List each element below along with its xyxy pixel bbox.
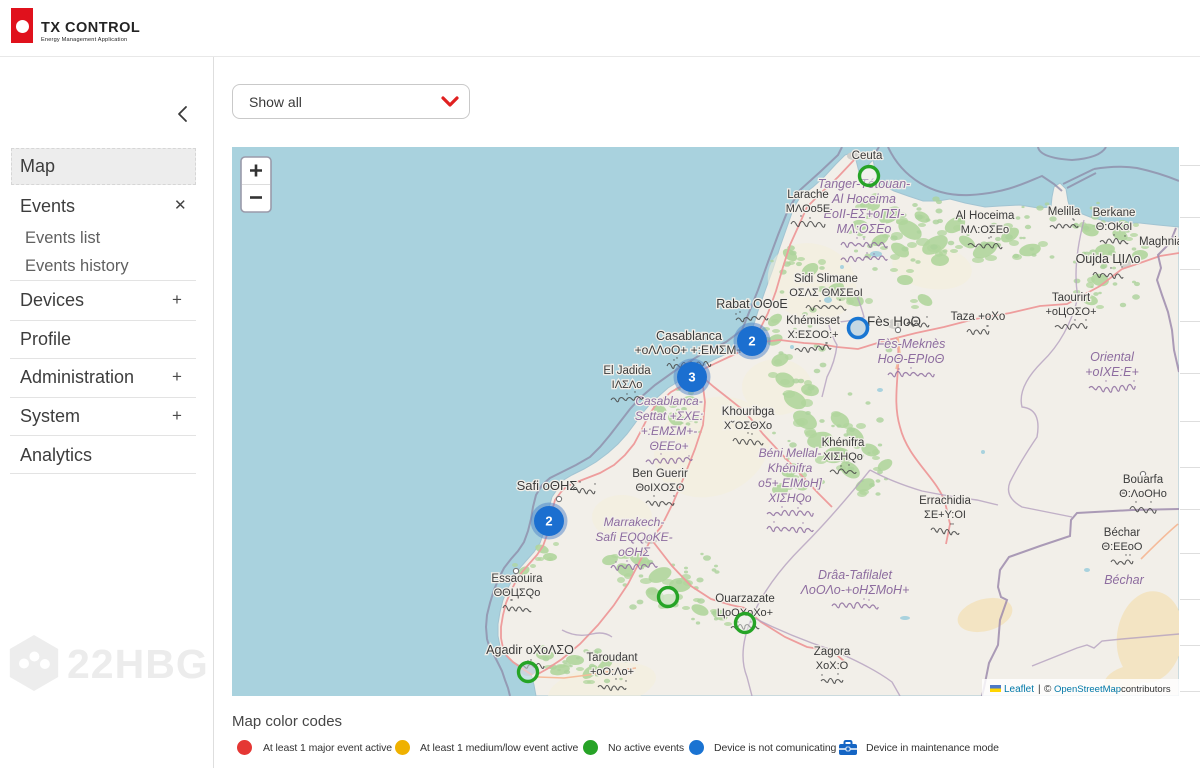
svg-text:Berkane: Berkane (1093, 207, 1136, 219)
svg-text:Ben Guerir: Ben Guerir (632, 468, 688, 480)
svg-text:ο5+ ΕΙΜοΗ]: ο5+ ΕΙΜοΗ] (758, 476, 822, 490)
svg-text:Béchar: Béchar (1104, 573, 1144, 587)
svg-text:Leaflet: Leaflet (1004, 684, 1034, 695)
svg-text:Oujda ЦΙΛο: Oujda ЦΙΛο (1076, 252, 1141, 266)
svg-text:Bouarfa: Bouarfa (1123, 474, 1164, 486)
svg-text:ΧΙΣΗQο: ΧΙΣΗQο (823, 451, 863, 463)
svg-text:ΜΛ:ΟΣΕο: ΜΛ:ΟΣΕο (837, 222, 892, 236)
svg-text:Marrakech-: Marrakech- (604, 515, 665, 529)
svg-text:Θ:ΛοΟΗο: Θ:ΛοΟΗο (1119, 488, 1167, 500)
svg-text:Ceuta: Ceuta (852, 150, 883, 162)
svg-text:+:ΕΜΣΜ+-: +:ΕΜΣΜ+- (641, 424, 698, 438)
svg-text:ΕοΙΙ-ΕΣ+οΠΣΙ-: ΕοΙΙ-ΕΣ+οΠΣΙ- (824, 207, 905, 221)
svg-text:Fès-Meknès: Fès-Meknès (877, 337, 946, 351)
svg-text:Settat +ΣΧΕ:: Settat +ΣΧΕ: (635, 409, 703, 423)
svg-text:ΘΘЦΣQο: ΘΘЦΣQο (494, 587, 541, 599)
svg-text:Casablanca-: Casablanca- (635, 394, 702, 408)
svg-text:Sidi Slimane: Sidi Slimane (794, 273, 858, 285)
svg-text:ΧοΧ:Ο: ΧοΧ:Ο (816, 660, 849, 672)
svg-text:ΜΛΟο5Ε: ΜΛΟο5Ε (786, 203, 830, 215)
svg-text:Safi οΘΗΣ: Safi οΘΗΣ (517, 478, 578, 493)
svg-text:Khouribga: Khouribga (722, 406, 775, 418)
svg-text:contributors: contributors (1121, 684, 1171, 695)
svg-text:+οΛΛοΟ+ +:ΕΜΣΜ+: +οΛΛοΟ+ +:ΕΜΣΜ+ (635, 343, 744, 357)
svg-text:+οЦΟΣΟ+: +οЦΟΣΟ+ (1045, 306, 1096, 318)
svg-text:Θ:ΕΕοΟ: Θ:ΕΕοΟ (1102, 541, 1143, 553)
svg-text:Χ:ΕΣΟΟ:+: Χ:ΕΣΟΟ:+ (787, 329, 838, 341)
svg-text:ΘΕΕο+: ΘΕΕο+ (649, 439, 688, 453)
svg-text:Larache: Larache (787, 189, 829, 201)
svg-text:Safi ΕQQοΚΕ-: Safi ΕQQοΚΕ- (595, 530, 672, 544)
svg-text:Taourirt: Taourirt (1052, 292, 1091, 304)
svg-text:Χ˘ΟΣΘΧο: Χ˘ΟΣΘΧο (724, 420, 772, 432)
svg-text:Zagora: Zagora (814, 646, 851, 658)
svg-text:Béchar: Béchar (1104, 527, 1141, 539)
svg-text:Θ:ΟΚοΙ: Θ:ΟΚοΙ (1096, 221, 1133, 233)
svg-text:Melilla: Melilla (1048, 206, 1081, 218)
svg-text:ΛοΟΛο-+οΗΣΜοΗ+: ΛοΟΛο-+οΗΣΜοΗ+ (800, 583, 910, 597)
svg-text:Al Hoceima: Al Hoceima (956, 210, 1015, 222)
svg-text:+οΙΧΕ:Ε+: +οΙΧΕ:Ε+ (1085, 365, 1139, 379)
svg-text:2: 2 (545, 514, 552, 529)
svg-text:Taroudant: Taroudant (586, 652, 638, 664)
svg-text:OpenStreetMap: OpenStreetMap (1054, 684, 1121, 695)
svg-text:Rabat ΟΘοΕ: Rabat ΟΘοΕ (716, 297, 788, 311)
svg-text:Khénifra: Khénifra (822, 437, 865, 449)
svg-text:ΟΣΛΣ ΘΜΣΕοΙ: ΟΣΛΣ ΘΜΣΕοΙ (789, 287, 863, 299)
svg-text:ΙΛΣΛο: ΙΛΣΛο (612, 379, 643, 391)
svg-text:ΘοΙΧΟΣΟ: ΘοΙΧΟΣΟ (636, 482, 685, 494)
svg-text:ΗοΘ-ΕΡΙοΘ: ΗοΘ-ΕΡΙοΘ (878, 352, 945, 366)
svg-text:Al Hoceima: Al Hoceima (831, 192, 896, 206)
svg-text:Taza +οΧο: Taza +οΧο (951, 311, 1006, 323)
svg-text:Ouarzazate: Ouarzazate (715, 593, 774, 605)
svg-text:Casablanca: Casablanca (656, 329, 722, 343)
svg-text:οΘΗΣ: οΘΗΣ (618, 545, 651, 559)
svg-text:3: 3 (688, 370, 695, 385)
svg-text:Khémisset: Khémisset (786, 315, 840, 327)
svg-text:Essaouira: Essaouira (491, 573, 543, 585)
svg-text:ΣΕ+Υ:ΟΙ: ΣΕ+Υ:ΟΙ (924, 509, 966, 521)
svg-text:ΜΛ:ΟΣΕο: ΜΛ:ΟΣΕο (961, 224, 1009, 236)
svg-text:Drâa-Tafilalet: Drâa-Tafilalet (818, 568, 892, 582)
svg-text:Oriental: Oriental (1090, 350, 1135, 364)
svg-text:ΧΙΣΗQο: ΧΙΣΗQο (767, 491, 812, 505)
svg-text:Khénifra: Khénifra (768, 461, 813, 475)
svg-text:Maghnia: Maghnia (1139, 236, 1179, 248)
svg-text:2: 2 (748, 334, 755, 349)
svg-text:Béni Mellal-: Béni Mellal- (759, 446, 822, 460)
svg-text:Fès ΗοΘ: Fès ΗοΘ (867, 314, 921, 329)
svg-text:|: | (1038, 684, 1041, 695)
svg-text:+οΟ:Λο+: +οΟ:Λο+ (590, 666, 634, 678)
svg-text:El Jadida: El Jadida (603, 365, 651, 377)
svg-text:©: © (1044, 684, 1052, 695)
svg-text:Errachidia: Errachidia (919, 495, 971, 507)
svg-text:Agadir οΧοΛΣΟ: Agadir οΧοΛΣΟ (486, 643, 574, 657)
